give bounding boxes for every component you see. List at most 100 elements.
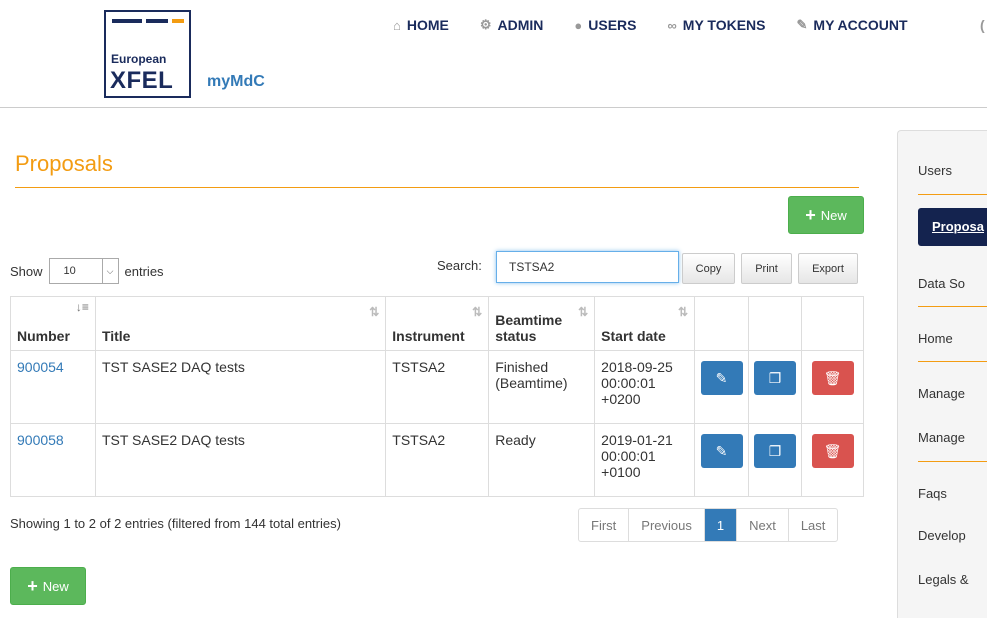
sidebar-divider [918,361,987,362]
sidebar-item-data-sources[interactable]: Data So [918,276,987,291]
sidebar-divider [918,461,987,462]
edit-icon: ✎ [796,17,808,32]
search-label: Search: [437,258,482,273]
nav-my-tokens[interactable]: ∞ MY TOKENS [668,17,766,33]
print-button[interactable]: Print [741,253,792,284]
cell-title: TST SASE2 DAQ tests [94,423,387,497]
column-header-beamtime-status[interactable]: ⇅ Beamtime status [488,296,596,351]
sidebar-divider [918,194,987,195]
nav-admin[interactable]: ⚙ ADMIN [480,17,544,33]
chevron-down-icon: ⌵ [101,259,118,283]
cell-number: 900054 [10,350,96,424]
cell-delete: 🗑 [801,350,864,424]
sidebar-item-faqs[interactable]: Faqs [918,486,987,501]
column-header-instrument[interactable]: ⇅ Instrument [385,296,490,351]
nav-users[interactable]: ● USERS [574,17,636,33]
cell-number: 900058 [10,423,96,497]
column-label: Title [101,328,131,344]
cell-start-date: 2018-09-25 00:00:01 +0200 [594,350,696,424]
pagination-last[interactable]: Last [789,509,838,541]
logo-bar [146,19,168,23]
logo-bar [172,19,184,23]
user-icon: ● [574,17,583,33]
cell-status: Ready [488,423,596,497]
gear-icon: ⚙ [479,17,492,32]
page-size-select[interactable]: 10 ⌵ [48,258,119,284]
edit-button[interactable]: ✎ [700,434,743,468]
column-header-clone [748,296,802,351]
header-divider [0,107,987,108]
xfel-logo[interactable]: European XFEL [104,10,191,98]
cell-clone: ❐ [748,350,802,424]
search-input[interactable] [496,251,679,283]
sort-icon: ⇅ [472,305,483,319]
pagination-first[interactable]: First [579,509,630,541]
column-header-number[interactable]: ↓≡ Number [10,296,96,351]
sort-icon: ⇅ [369,305,380,319]
top-nav: ⌂ HOME ⚙ ADMIN ● USERS ∞ MY TOKENS ✎ MY … [393,17,939,33]
column-header-delete [801,296,864,351]
export-button[interactable]: Export [798,253,858,284]
nav-label: USERS [588,17,637,33]
new-proposal-button[interactable]: + New [788,196,864,234]
sidebar-item-home[interactable]: Home [918,331,987,346]
plus-icon: + [27,575,38,596]
app-name[interactable]: myMdC [207,73,265,91]
pagination-previous[interactable]: Previous [629,509,705,541]
page-size-value: 10 [63,265,76,277]
column-header-title[interactable]: ⇅ Title [94,296,387,351]
start-date-time: 00:00:01 [601,448,656,464]
cell-status: Finished (Beamtime) [488,350,596,424]
proposal-number-link[interactable]: 900058 [17,432,64,448]
sidebar-item-proposals[interactable]: Proposa [918,208,987,246]
start-date-day: 2019-01-21 [601,432,673,448]
column-header-edit [694,296,750,351]
sort-icon: ⇅ [578,305,589,319]
admin-sidebar: Users Proposa Data So Home Manage Manage… [897,130,987,618]
copy-button[interactable]: Copy [682,253,735,284]
cell-clone: ❐ [748,423,802,497]
title-divider [15,187,859,188]
column-label: Number [17,328,70,344]
logo-bar [112,19,142,23]
sidebar-item-label: Proposa [932,219,985,234]
sort-desc-icon: ↓≡ [75,300,89,314]
new-button-label: New [820,207,847,223]
table-info: Showing 1 to 2 of 2 entries (filtered fr… [10,516,341,531]
clone-button[interactable]: ❐ [754,361,797,395]
table-row: 900054 TST SASE2 DAQ tests TSTSA2 Finish… [10,350,864,424]
pagination: First Previous 1 Next Last [578,508,839,542]
page-size-control: Show 10 ⌵ entries [10,258,164,284]
cell-instrument: TSTSA2 [385,423,490,497]
start-date-offset: +0100 [601,464,641,480]
nav-my-account[interactable]: ✎ MY ACCOUNT [797,17,908,33]
new-proposal-button-bottom[interactable]: + New [10,567,86,605]
sidebar-item-developers[interactable]: Develop [918,528,987,543]
delete-button[interactable]: 🗑 [811,434,854,468]
start-date-day: 2018-09-25 [601,359,673,375]
entries-label: entries [124,263,164,279]
nav-home[interactable]: ⌂ HOME [393,17,449,33]
nav-label: MY TOKENS [682,17,766,33]
sidebar-item-manage-1[interactable]: Manage [918,386,987,401]
start-date-offset: +0200 [601,391,641,407]
pagination-next[interactable]: Next [737,509,789,541]
logo-text-xfel: XFEL [110,67,174,94]
sidebar-item-manage-2[interactable]: Manage [918,430,987,445]
delete-button[interactable]: 🗑 [811,361,854,395]
home-icon: ⌂ [393,17,401,33]
column-header-start-date[interactable]: ⇅ Start date [594,296,696,351]
pagination-page-1[interactable]: 1 [704,509,738,541]
nav-label: ADMIN [497,17,544,33]
edit-button[interactable]: ✎ [700,361,743,395]
sidebar-item-users[interactable]: Users [918,163,987,178]
column-label: Instrument [392,328,465,344]
new-button-label: New [42,578,69,594]
sidebar-item-legals[interactable]: Legals & [918,572,987,587]
cell-edit: ✎ [694,423,750,497]
logo-text-european: European [111,52,167,66]
proposal-number-link[interactable]: 900054 [17,359,64,375]
sidebar-divider [918,306,987,307]
clone-button[interactable]: ❐ [754,434,797,468]
nav-overflow-icon[interactable]: ( [980,17,985,33]
